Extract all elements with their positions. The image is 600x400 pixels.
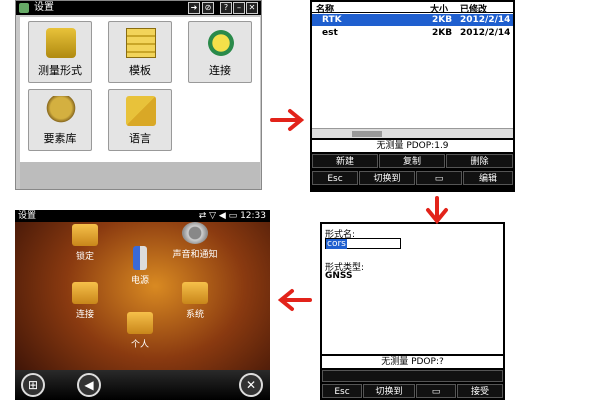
gear-icon	[182, 222, 208, 244]
template-icon	[126, 28, 156, 58]
file-list-window: 名称 大小 已修改 RTK 2KB 2012/2/14 est 2KB 2012…	[310, 0, 515, 192]
settings-app-icon	[19, 3, 29, 13]
settings-titlebar: 设置 ➜ ⊘ ? – ✕	[16, 1, 261, 15]
file-date: 2012/2/14	[460, 28, 511, 38]
system-folder-icon	[182, 282, 208, 304]
keyboard-button[interactable]: ▭	[416, 171, 462, 185]
settings-title: 设置	[34, 2, 54, 13]
connections-folder-icon	[72, 282, 98, 304]
copy-button[interactable]: 复制	[379, 154, 445, 168]
scroll-thumb[interactable]	[352, 131, 382, 137]
tile-label: 要素库	[43, 132, 77, 145]
back-button[interactable]: ◀	[77, 373, 101, 397]
esc-button[interactable]: Esc	[312, 171, 358, 185]
keyboard-icon: ▭	[431, 387, 441, 397]
item-sounds[interactable]: 声音和通知	[170, 222, 220, 260]
item-power[interactable]: 电源	[115, 246, 165, 286]
forward-icon[interactable]: ➜	[188, 2, 200, 14]
item-label: 声音和通知	[172, 250, 218, 260]
item-system[interactable]: 系统	[170, 282, 220, 320]
item-lock[interactable]: 锁定	[60, 224, 110, 262]
cancel-icon[interactable]: ⊘	[202, 2, 214, 14]
arrow-down-icon	[426, 196, 448, 224]
horizontal-scrollbar[interactable]	[312, 128, 513, 138]
tile-template[interactable]: 模板	[108, 21, 172, 83]
new-button[interactable]: 新建	[312, 154, 378, 168]
settings-grid: 测量形式 模板 连接 要素库 语言	[20, 17, 260, 189]
arrow-right-icon	[270, 109, 305, 131]
switch-to-button[interactable]: 切换到	[359, 171, 415, 185]
tile-connect[interactable]: 连接	[188, 21, 252, 83]
delete-button[interactable]: 删除	[446, 154, 513, 168]
item-connections[interactable]: 连接	[60, 282, 110, 320]
status-bar: 无测量 PDOP:1.9	[312, 140, 513, 152]
tile-language[interactable]: 语言	[108, 89, 172, 151]
empty-softkey-row	[322, 370, 503, 382]
back-arrow-icon: ◀	[84, 378, 94, 392]
switch-to-button[interactable]: 切换到	[363, 384, 415, 398]
flag-icon	[126, 96, 156, 126]
close-icon[interactable]: ✕	[246, 2, 258, 14]
form-type-value: GNSS	[325, 271, 353, 281]
personal-folder-icon	[127, 312, 153, 334]
form-window: 形式名: cors 形式类型: GNSS 无测量 PDOP:? Esc 切换到 …	[320, 222, 505, 400]
wm-bottom-bar: ⊞ ◀ ✕	[15, 370, 270, 400]
lock-folder-icon	[72, 224, 98, 246]
wm-title: 设置	[18, 211, 37, 221]
list-header: 名称 大小 已修改	[312, 2, 513, 15]
clock: 12:33	[240, 211, 266, 221]
esc-button[interactable]: Esc	[322, 384, 362, 398]
file-size: 2KB	[432, 28, 453, 38]
cable-icon	[206, 28, 236, 58]
keyboard-icon: ▭	[434, 174, 444, 184]
tile-measure-style[interactable]: 测量形式	[28, 21, 92, 83]
settings-footer	[20, 162, 260, 189]
minimize-icon[interactable]: –	[233, 2, 245, 14]
item-label: 个人	[130, 340, 149, 350]
table-row[interactable]: est 2KB 2012/2/14	[312, 27, 513, 39]
accept-button[interactable]: 接受	[457, 384, 503, 398]
windows-logo-icon: ⊞	[27, 378, 39, 392]
item-label: 连接	[75, 310, 94, 320]
close-button[interactable]: ✕	[239, 373, 263, 397]
help-icon[interactable]: ?	[220, 2, 232, 14]
file-date: 2012/2/14	[460, 15, 511, 25]
surveyor-icon	[46, 28, 76, 58]
arrow-left-icon	[277, 289, 312, 311]
file-list: 名称 大小 已修改 RTK 2KB 2012/2/14 est 2KB 2012…	[312, 2, 513, 138]
form-body: 形式名: cors 形式类型: GNSS	[322, 224, 503, 354]
keyboard-button[interactable]: ▭	[416, 384, 456, 398]
tile-label: 语言	[129, 132, 151, 145]
tile-label: 模板	[129, 64, 151, 77]
tile-feature-library[interactable]: 要素库	[28, 89, 92, 151]
status-bar: 无测量 PDOP:?	[322, 356, 503, 368]
file-name: RTK	[322, 15, 342, 25]
signal-icon: ⇄ ▽ ◀ ▭	[198, 211, 241, 221]
file-size: 2KB	[432, 15, 453, 25]
form-name-value: cors	[326, 239, 347, 249]
form-name-input[interactable]: cors	[325, 238, 401, 249]
start-button[interactable]: ⊞	[21, 373, 45, 397]
wm-status-bar: 设置 ⇄ ▽ ◀ ▭ 12:33	[15, 210, 270, 222]
battery-icon	[133, 246, 147, 270]
item-label: 锁定	[75, 252, 94, 262]
item-label: 电源	[130, 276, 149, 286]
tile-label: 连接	[209, 64, 231, 77]
item-label: 系统	[185, 310, 204, 320]
table-row[interactable]: RTK 2KB 2012/2/14	[312, 14, 513, 26]
wm-settings-screen: 设置 ⇄ ▽ ◀ ▭ 12:33 锁定 声音和通知 电源 连接 系统 个人 ⊞ …	[15, 210, 270, 400]
edit-button[interactable]: 编辑	[463, 171, 513, 185]
tree-icon	[46, 96, 76, 126]
close-icon: ✕	[245, 378, 257, 392]
tile-label: 测量形式	[38, 64, 82, 77]
item-personal[interactable]: 个人	[115, 312, 165, 350]
file-name: est	[322, 28, 338, 38]
settings-window: 设置 ➜ ⊘ ? – ✕ 测量形式 模板 连接 要素库 语言	[15, 0, 262, 190]
